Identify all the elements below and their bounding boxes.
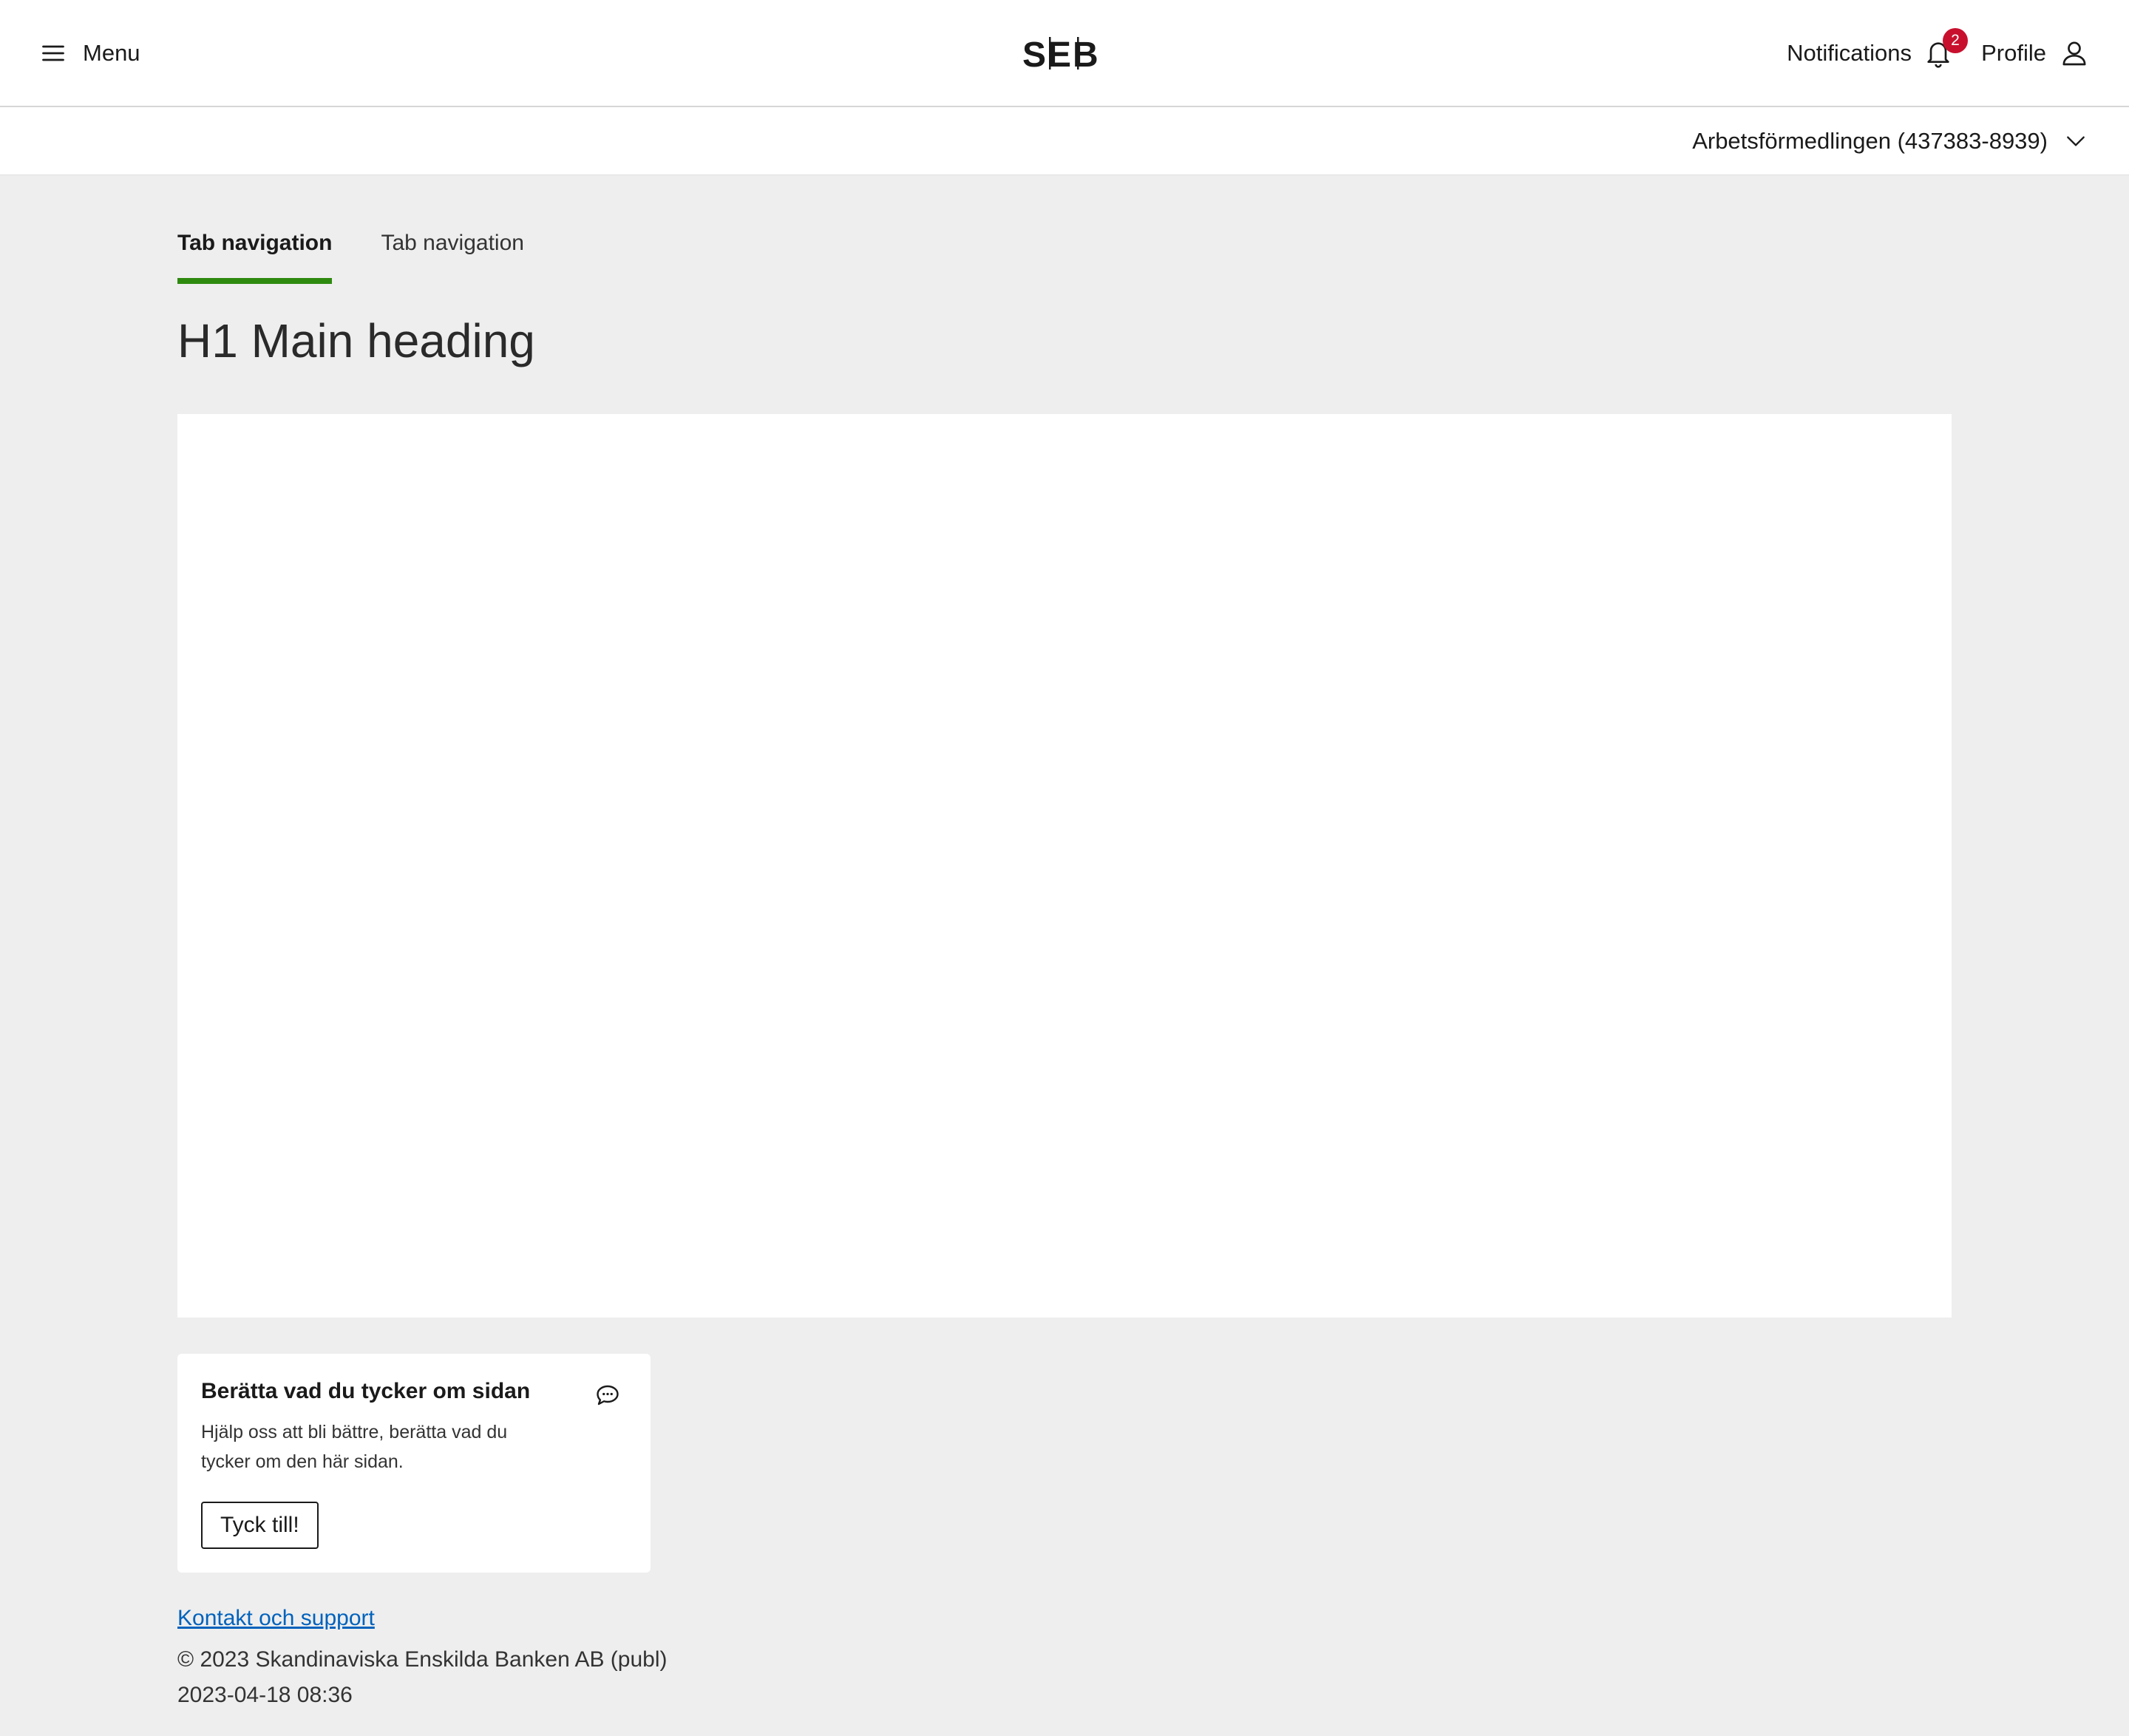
notification-count-badge: 2 xyxy=(1943,28,1968,53)
bell-icon-wrapper: 2 xyxy=(1923,28,1968,69)
page-title: H1 Main heading xyxy=(177,314,535,367)
top-header: Menu SEB Notifications 2 Profile xyxy=(0,0,2129,107)
notifications-button[interactable]: Notifications 2 xyxy=(1787,28,1968,74)
menu-button[interactable]: Menu xyxy=(40,33,140,74)
seb-logo[interactable]: SEB xyxy=(1022,33,1108,74)
notifications-label: Notifications xyxy=(1787,40,1912,66)
account-bar: Arbetsförmedlingen (437383-8939) xyxy=(0,107,2129,175)
timestamp: 2023-04-18 08:36 xyxy=(177,1683,353,1707)
give-feedback-button[interactable]: Tyck till! xyxy=(201,1502,319,1549)
contact-support-link[interactable]: Kontakt och support xyxy=(177,1606,375,1631)
account-selector[interactable]: Arbetsförmedlingen (437383-8939) xyxy=(1692,122,2088,160)
chevron-down-icon xyxy=(2067,136,2085,146)
tab-navigation-1[interactable]: Tab navigation xyxy=(177,222,333,284)
feedback-title: Berätta vad du tycker om sidan xyxy=(201,1379,531,1403)
svg-text:SEB: SEB xyxy=(1022,35,1100,74)
copyright-text: © 2023 Skandinaviska Enskilda Banken AB … xyxy=(177,1647,668,1672)
menu-label: Menu xyxy=(83,40,140,66)
chat-bubble-icon xyxy=(597,1385,619,1406)
hamburger-icon xyxy=(42,45,64,61)
account-selector-label: Arbetsförmedlingen (437383-8939) xyxy=(1692,128,2048,154)
profile-button[interactable]: Profile xyxy=(1981,33,2089,74)
content-panel xyxy=(177,414,1952,1318)
profile-label: Profile xyxy=(1981,40,2046,66)
feedback-card: Berätta vad du tycker om sidan Hjälp oss… xyxy=(177,1354,651,1573)
tab-navigation-2[interactable]: Tab navigation xyxy=(381,222,523,284)
tab-navigation: Tab navigation Tab navigation xyxy=(177,222,573,284)
feedback-description: Hjälp oss att bli bättre, berätta vad du… xyxy=(201,1422,508,1472)
user-icon xyxy=(2062,41,2086,66)
